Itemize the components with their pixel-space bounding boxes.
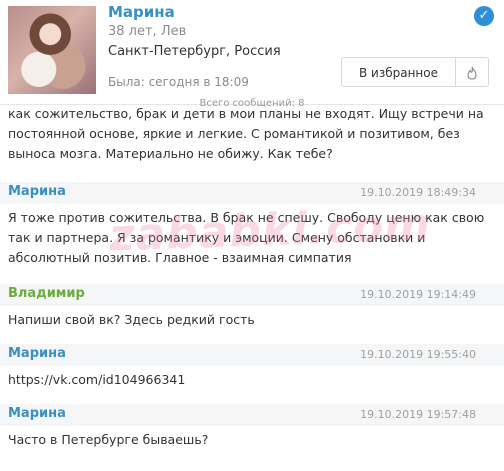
add-to-favorites-button[interactable]: В избранное bbox=[341, 57, 456, 87]
message-text: как сожительство, брак и дети в мои план… bbox=[8, 106, 484, 161]
message-item: Владимир 19.10.2019 19:14:49 Напиши свой… bbox=[0, 284, 504, 330]
message-header: Владимир 19.10.2019 19:14:49 bbox=[0, 284, 504, 306]
message-header: Марина 19.10.2019 19:57:48 bbox=[0, 404, 504, 426]
total-messages: Всего сообщений: 8 bbox=[199, 98, 305, 109]
message-time: 19.10.2019 19:14:49 bbox=[360, 288, 476, 301]
message-item: Марина 19.10.2019 19:57:48 Часто в Петер… bbox=[0, 404, 504, 450]
message-item: Марина 19.10.2019 18:49:34 Я тоже против… bbox=[0, 182, 504, 268]
message-time: 19.10.2019 19:57:48 bbox=[360, 408, 476, 421]
profile-city: Санкт-Петербург, Россия bbox=[108, 44, 281, 59]
message-time: 19.10.2019 18:49:34 bbox=[360, 186, 476, 199]
last-seen: Была: сегодня в 18:09 bbox=[108, 75, 249, 89]
profile-header: Марина 38 лет, Лев Санкт-Петербург, Росс… bbox=[0, 0, 504, 105]
avatar[interactable] bbox=[8, 6, 96, 94]
message-text: https://vk.com/id104966341 bbox=[8, 372, 186, 387]
message-author[interactable]: Марина bbox=[8, 346, 66, 361]
fire-icon bbox=[467, 66, 477, 80]
profile-age: 38 лет, Лев bbox=[108, 24, 187, 39]
fire-button[interactable] bbox=[455, 57, 489, 87]
message-item: Марина 19.10.2019 19:55:40 https://vk.co… bbox=[0, 344, 504, 390]
message-author[interactable]: Марина bbox=[8, 406, 66, 421]
message-text: Часто в Петербурге бываешь? bbox=[8, 432, 209, 447]
message-header: Марина 19.10.2019 18:49:34 bbox=[0, 182, 504, 204]
message-header: Марина 19.10.2019 19:55:40 bbox=[0, 344, 504, 366]
message-author[interactable]: Марина bbox=[8, 184, 66, 199]
profile-name[interactable]: Марина bbox=[108, 3, 175, 21]
message-text: Я тоже против сожительства. В брак не сп… bbox=[8, 210, 485, 265]
message-author[interactable]: Владимир bbox=[8, 286, 85, 301]
message-time: 19.10.2019 19:55:40 bbox=[360, 348, 476, 361]
message-text: Напиши свой вк? Здесь редкий гость bbox=[8, 312, 255, 327]
check-circle-icon: ✓ bbox=[474, 6, 494, 26]
